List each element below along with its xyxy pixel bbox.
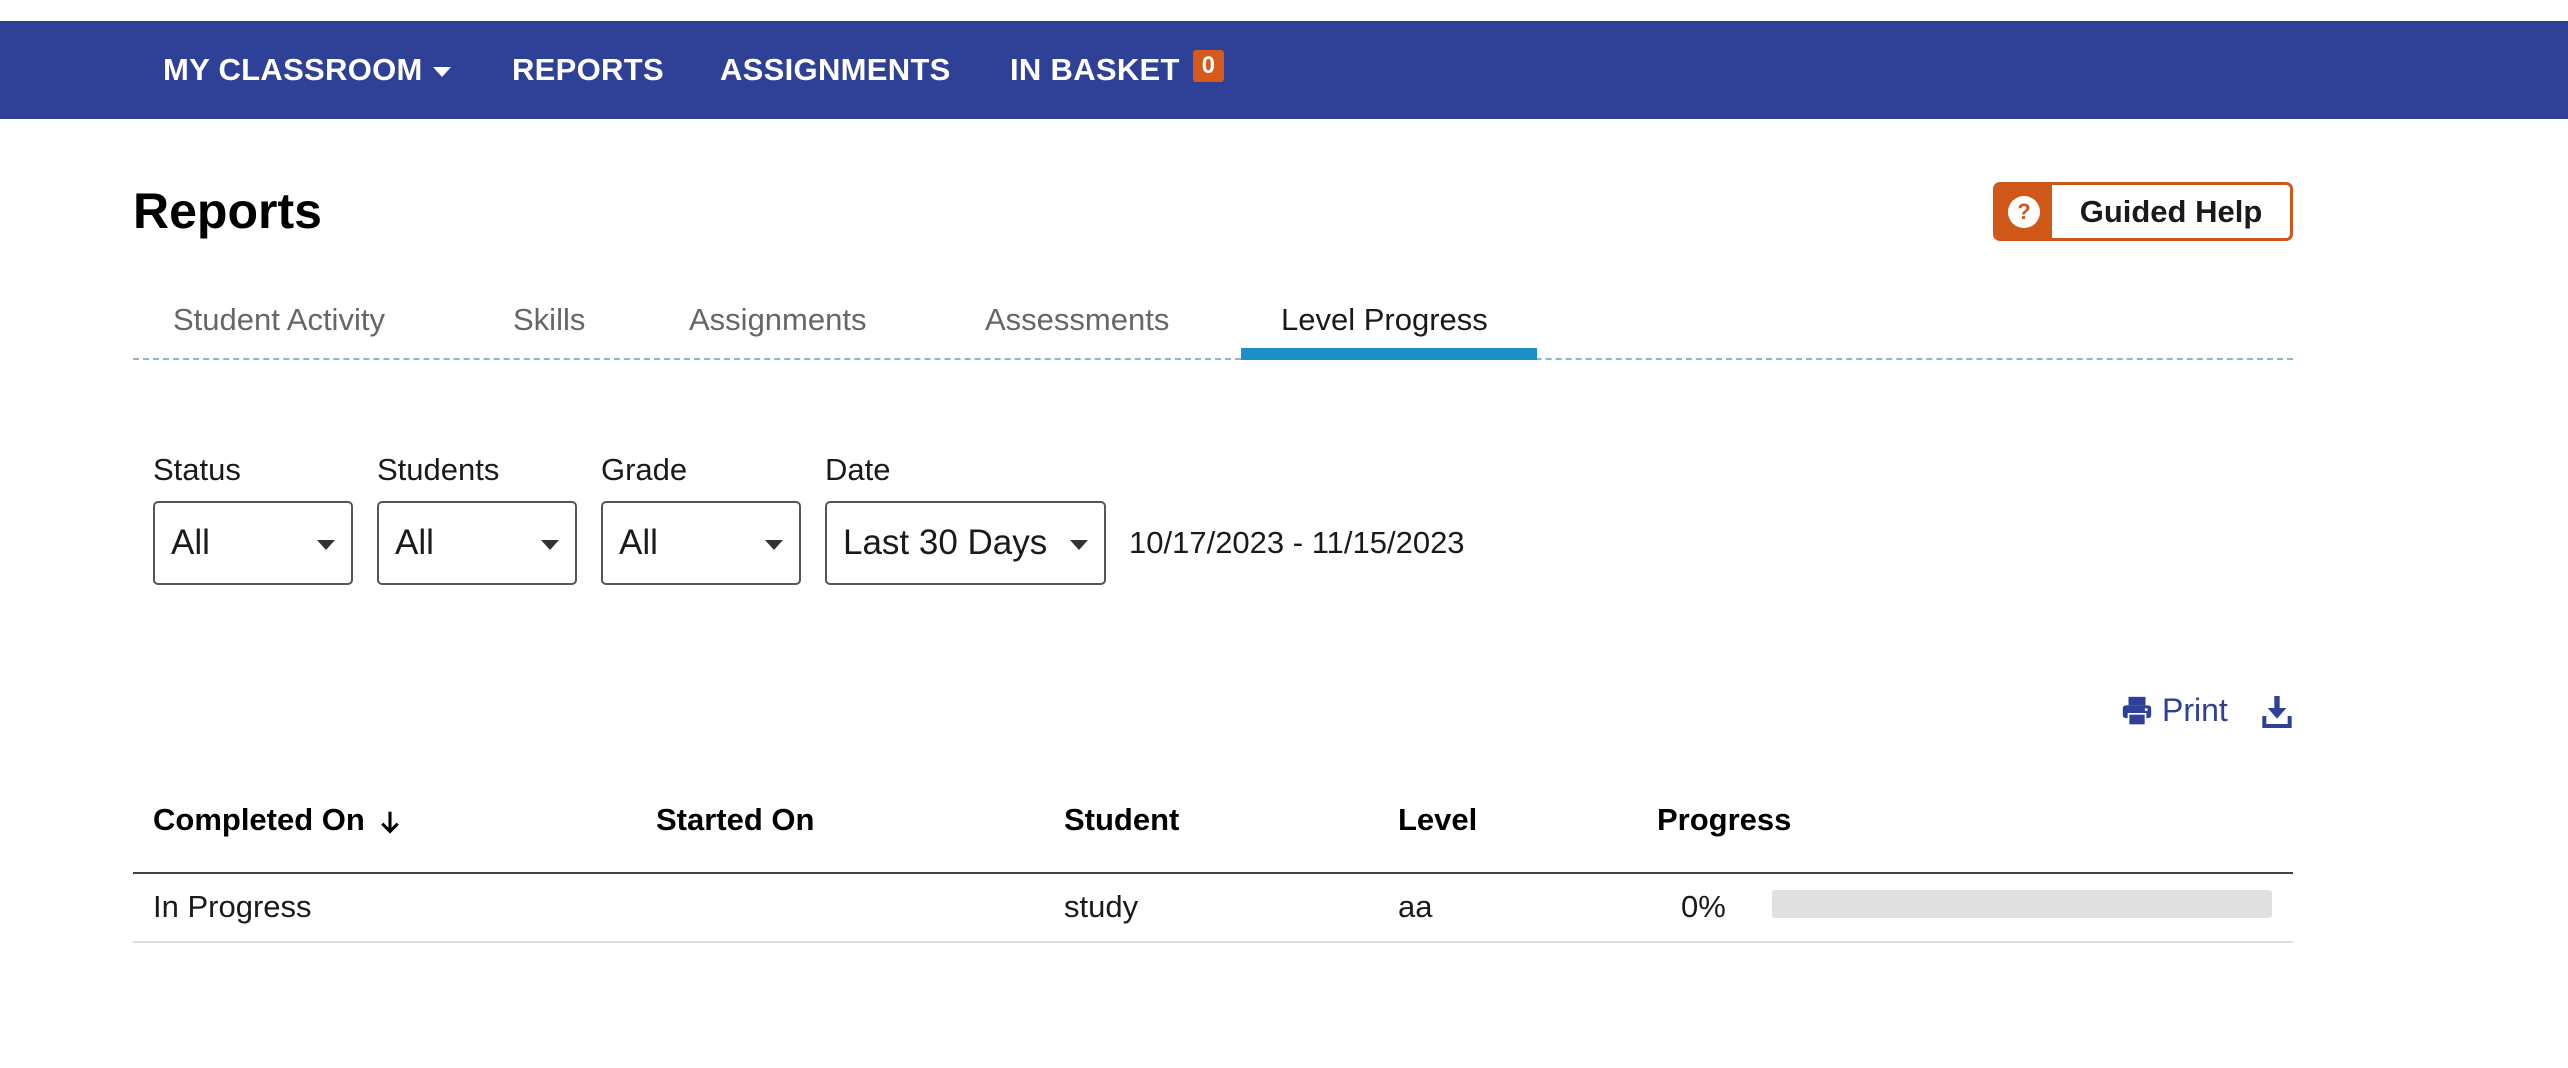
report-tabs: Student Activity Skills Assignments Asse… [133,290,2293,360]
tab-skills[interactable]: Skills [513,302,585,338]
grade-select[interactable]: All [601,501,801,585]
nav-reports-label: REPORTS [512,52,664,87]
nav-my-classroom[interactable]: MY CLASSROOM [163,21,451,119]
column-progress[interactable]: Progress [1657,802,1791,838]
caret-down-icon [541,540,559,550]
status-select-value: All [171,523,210,562]
sort-down-arrow-icon [381,811,400,834]
tab-assessments[interactable]: Assessments [985,302,1169,338]
cell-progress-percent: 0% [1681,889,1726,924]
caret-down-icon [317,540,335,550]
date-range-text: 10/17/2023 - 11/15/2023 [1129,525,1465,560]
tab-student-activity[interactable]: Student Activity [173,302,385,338]
nav-in-basket[interactable]: IN BASKET 0 [1010,21,1225,119]
column-student[interactable]: Student [1064,802,1179,838]
column-completed-on[interactable]: Completed On [153,802,401,838]
caret-down-icon [765,540,783,550]
table-header: Completed On Started On Student Level Pr… [133,790,2293,874]
progress-bar [1772,890,2272,918]
chevron-down-icon [432,66,451,77]
status-filter-label: Status [153,452,241,487]
top-nav-bar: MY CLASSROOM REPORTS ASSIGNMENTS IN BASK… [0,21,2568,119]
download-button[interactable] [2261,694,2293,735]
print-button[interactable]: Print [2120,692,2228,729]
cell-completed-on: In Progress [153,889,312,924]
print-label: Print [2162,692,2228,728]
status-select[interactable]: All [153,501,353,585]
grade-filter-label: Grade [601,452,688,487]
tab-level-progress[interactable]: Level Progress [1281,302,1488,338]
help-icon: ? [1996,185,2052,238]
students-filter-label: Students [377,452,500,487]
download-icon [2262,696,2292,728]
printer-icon [2122,696,2152,726]
basket-count-badge: 0 [1192,50,1225,82]
table-row[interactable]: In Progress study aa 0% [133,874,2293,943]
cell-student: study [1064,889,1139,924]
help-icon-glyph: ? [2008,195,2040,228]
tab-assignments[interactable]: Assignments [689,302,866,338]
active-tab-indicator [1241,348,1537,360]
grade-select-value: All [619,523,658,562]
column-completed-on-label: Completed On [153,802,365,837]
cell-level: aa [1398,889,1433,924]
nav-my-classroom-label: MY CLASSROOM [163,52,423,87]
guided-help-label: Guided Help [2079,193,2263,229]
students-select[interactable]: All [377,501,577,585]
page-title: Reports [133,183,322,239]
date-select[interactable]: Last 30 Days [825,501,1106,585]
caret-down-icon [1070,540,1088,550]
column-started-on[interactable]: Started On [656,802,814,838]
guided-help-button[interactable]: ? Guided Help [1993,182,2293,241]
nav-assignments-label: ASSIGNMENTS [720,52,951,87]
nav-reports[interactable]: REPORTS [512,21,664,119]
date-select-value: Last 30 Days [843,523,1048,562]
nav-in-basket-label: IN BASKET [1010,52,1180,87]
nav-assignments[interactable]: ASSIGNMENTS [720,21,951,119]
date-filter-label: Date [825,452,891,487]
column-level[interactable]: Level [1398,802,1477,838]
students-select-value: All [395,523,434,562]
